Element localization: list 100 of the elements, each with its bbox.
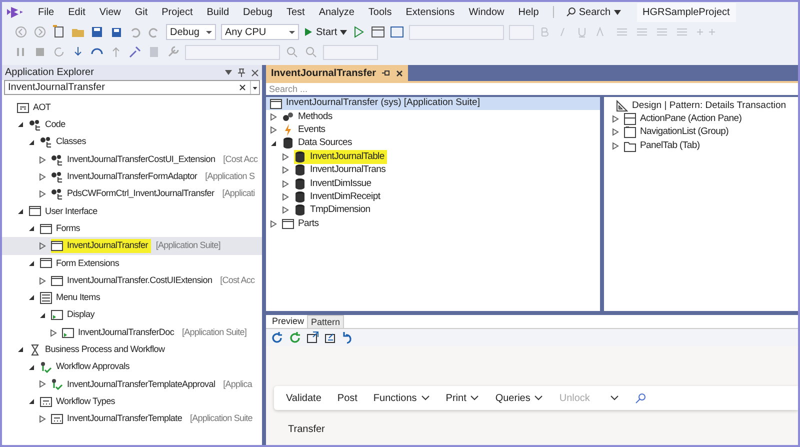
logo-icon[interactable] <box>6 6 24 18</box>
clear-icon[interactable] <box>239 84 246 91</box>
tree-item[interactable]: Form Extensions <box>56 256 120 270</box>
collapsed-arrow-icon[interactable] <box>270 112 277 121</box>
menu-item[interactable]: Project <box>156 4 199 20</box>
tree-item[interactable]: Methods <box>298 110 332 124</box>
tree-item[interactable]: Business Process and Workflow <box>45 343 165 357</box>
expanded-arrow-icon[interactable] <box>28 364 35 371</box>
collapsed-arrow-icon[interactable] <box>39 380 46 388</box>
tree-item[interactable]: InventJournalTransferCostUI_Extension <box>67 152 216 166</box>
menu-item[interactable]: Edit <box>62 4 92 20</box>
restart-icon[interactable] <box>52 45 66 59</box>
collapsed-arrow-icon[interactable] <box>39 156 46 164</box>
open-external-icon[interactable] <box>306 330 320 344</box>
collapsed-arrow-icon[interactable] <box>612 128 619 136</box>
search-icon[interactable] <box>634 392 646 404</box>
tree-item[interactable]: Classes <box>56 135 86 149</box>
expanded-arrow-icon[interactable] <box>28 260 35 267</box>
document-tab[interactable]: InventJournalTransfer <box>266 65 408 81</box>
refresh-icon[interactable] <box>270 330 284 344</box>
dropdown-caret-icon[interactable] <box>225 70 232 75</box>
search-field[interactable]: InventJournalTransfer <box>4 80 260 95</box>
pin-icon[interactable] <box>238 68 245 77</box>
menu-item[interactable]: Git <box>128 4 154 20</box>
search-button[interactable]: Search <box>562 4 625 20</box>
pin-icon[interactable] <box>382 70 390 76</box>
action-menu-button[interactable]: Print <box>446 390 480 406</box>
collapsed-arrow-icon[interactable] <box>282 206 289 214</box>
menu-item[interactable]: Extensions <box>400 4 461 20</box>
collapsed-arrow-icon[interactable] <box>270 220 277 228</box>
action-button[interactable]: Post <box>337 390 358 406</box>
menu-item[interactable]: Tools <box>362 4 398 20</box>
menu-item[interactable]: Test <box>280 4 311 20</box>
collapsed-arrow-icon[interactable] <box>50 328 57 336</box>
collapsed-arrow-icon[interactable] <box>39 414 46 423</box>
expanded-arrow-icon[interactable] <box>28 225 35 232</box>
tree-item[interactable]: InventDimReceipt <box>310 190 380 204</box>
collapsed-arrow-icon[interactable] <box>612 142 619 150</box>
expanded-arrow-icon[interactable] <box>28 138 35 146</box>
action-menu-button[interactable]: Functions <box>373 390 430 406</box>
tree-item[interactable]: Forms <box>56 222 80 236</box>
menu-item[interactable]: View <box>93 4 127 20</box>
tree-item[interactable]: InventJournalTrans <box>310 163 386 178</box>
tree-item[interactable]: InventDimIssue <box>310 176 372 191</box>
tree-item[interactable]: InventJournalTransferDoc <box>78 326 174 340</box>
platform-dropdown[interactable]: Any CPU <box>221 24 299 40</box>
menu-item[interactable]: File <box>32 4 60 20</box>
action-menu-button[interactable]: Queries <box>495 390 544 406</box>
more-button[interactable] <box>610 395 619 401</box>
configuration-dropdown[interactable]: Debug <box>166 24 216 40</box>
tree-item[interactable]: InventJournalTransfer.CostUIExtension <box>67 274 212 288</box>
tree-item[interactable]: InventJournalTransferTemplateApproval <box>67 378 216 392</box>
expanded-arrow-icon[interactable] <box>17 208 24 215</box>
tree-item[interactable]: Parts <box>298 216 319 231</box>
expanded-arrow-icon[interactable] <box>28 294 35 302</box>
tree-item[interactable]: Data Sources <box>298 136 352 151</box>
tree-item[interactable]: PanelTab (Tab) <box>640 138 700 153</box>
save-icon[interactable] <box>90 25 104 39</box>
tree-item[interactable]: Menu Items <box>56 291 100 305</box>
close-icon[interactable] <box>251 68 259 76</box>
tree-item[interactable]: AOT <box>33 100 51 114</box>
search-field[interactable]: Search ... <box>266 81 798 95</box>
tree-item[interactable]: Workflow Approvals <box>56 360 130 374</box>
tree-item[interactable]: Workflow Types <box>56 394 115 408</box>
tree-item[interactable]: ActionPane (Action Pane) <box>640 112 742 126</box>
new-project-icon[interactable] <box>52 25 66 39</box>
expanded-arrow-icon[interactable] <box>17 121 24 128</box>
collapsed-arrow-icon[interactable] <box>282 180 289 188</box>
close-icon[interactable] <box>396 70 404 76</box>
collapsed-arrow-icon[interactable] <box>612 115 619 124</box>
tree-item[interactable]: Events <box>298 122 326 138</box>
tree-item[interactable]: User Interface <box>45 204 98 218</box>
save-all-icon[interactable] <box>109 25 123 39</box>
menu-item[interactable]: Window <box>462 4 510 20</box>
window-icon[interactable] <box>371 25 386 39</box>
expanded-arrow-icon[interactable] <box>17 346 24 354</box>
menu-item[interactable]: Analyze <box>312 4 360 20</box>
expanded-arrow-icon[interactable] <box>28 398 35 406</box>
collapsed-arrow-icon[interactable] <box>282 166 289 174</box>
collapsed-arrow-icon[interactable] <box>282 193 289 202</box>
play-outline-icon[interactable] <box>352 25 366 39</box>
tree-item[interactable]: Design | Pattern: Details Transaction <box>632 98 786 113</box>
collapsed-arrow-icon[interactable] <box>39 276 46 285</box>
tree-item[interactable]: InventJournalTransferTemplate <box>67 412 182 426</box>
collapsed-arrow-icon[interactable] <box>270 126 277 134</box>
tree-item[interactable]: InventJournalTransferFormAdaptor <box>67 170 198 184</box>
tree-item[interactable]: PdsCWFormCtrl_InventJournalTransfer <box>67 187 214 201</box>
collapsed-arrow-icon[interactable] <box>39 242 46 250</box>
collapsed-arrow-icon[interactable] <box>39 172 46 181</box>
menu-item[interactable]: Debug <box>237 4 278 20</box>
export-icon[interactable] <box>324 330 338 344</box>
browser-icon[interactable] <box>390 25 404 39</box>
menu-item[interactable]: Help <box>512 4 545 20</box>
tree-item[interactable]: NavigationList (Group) <box>640 125 728 140</box>
expanded-arrow-icon[interactable] <box>270 140 277 147</box>
preview-tab[interactable]: Pattern <box>307 315 344 328</box>
tree-item[interactable]: Code <box>45 118 66 132</box>
action-button[interactable]: Validate <box>286 390 322 406</box>
menu-item[interactable]: Build <box>200 4 236 20</box>
expanded-arrow-icon[interactable] <box>39 312 46 319</box>
